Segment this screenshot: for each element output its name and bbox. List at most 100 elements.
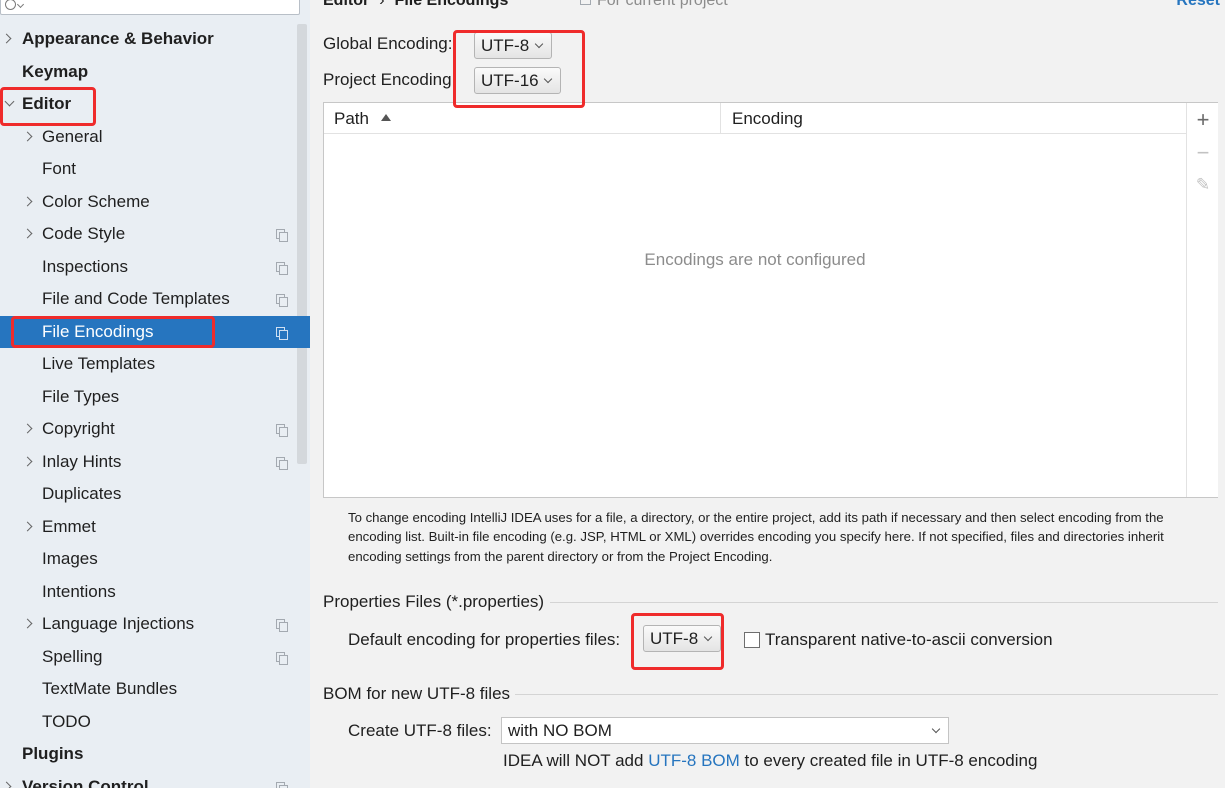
utf8-bom-link[interactable]: UTF-8 BOM xyxy=(648,751,740,770)
sidebar-item-label: Editor xyxy=(22,94,72,113)
sidebar-item-inlay-hints[interactable]: Inlay Hints xyxy=(0,446,310,478)
sidebar-item-label: File Types xyxy=(42,386,120,406)
sidebar-item-label: Live Templates xyxy=(42,354,156,373)
project-scope-icon xyxy=(580,0,591,5)
sidebar-item-label: Code Style xyxy=(42,224,126,243)
sidebar-item-label: Appearance & Behavior xyxy=(22,29,214,48)
remove-icon[interactable]: − xyxy=(1187,139,1219,167)
search-icon xyxy=(5,0,16,10)
native-to-ascii-label[interactable]: Transparent native-to-ascii conversion xyxy=(765,630,1053,650)
reset-link[interactable]: Reset xyxy=(1176,0,1220,10)
create-utf8-label: Create UTF-8 files: xyxy=(348,721,492,740)
chevron-right-icon[interactable] xyxy=(22,196,33,206)
add-icon[interactable]: + xyxy=(1187,106,1219,134)
sidebar-item-label: Inspections xyxy=(42,256,128,276)
sidebar-item-plugins[interactable]: Plugins xyxy=(0,738,310,770)
chevron-down-icon[interactable] xyxy=(4,96,15,107)
edit-icon[interactable]: ✎ xyxy=(1187,171,1219,199)
sidebar-item-version-control[interactable]: Version Control xyxy=(0,771,310,788)
breadcrumb-separator-icon: › xyxy=(379,0,385,9)
project-encoding-select[interactable]: UTF-16 xyxy=(474,67,561,94)
bom-note-prefix: IDEA will NOT add xyxy=(503,751,649,770)
sidebar-item-copyright[interactable]: Copyright xyxy=(0,413,310,445)
sidebar-item-general[interactable]: General xyxy=(0,121,310,153)
project-scope-icon xyxy=(276,781,288,788)
chevron-down-icon xyxy=(931,724,941,734)
sidebar-item-live-templates[interactable]: Live Templates xyxy=(0,348,310,380)
sidebar-item-label: TODO xyxy=(42,711,91,731)
create-utf8-value: with NO BOM xyxy=(508,721,612,740)
sidebar-item-file-types[interactable]: File Types xyxy=(0,381,310,413)
sidebar-item-spelling[interactable]: Spelling xyxy=(0,641,310,673)
table-empty-message: Encodings are not configured xyxy=(644,250,866,269)
bom-note: IDEA will NOT add UTF-8 BOM to every cre… xyxy=(503,751,1037,771)
sidebar-item-inspections[interactable]: Inspections xyxy=(0,251,310,283)
settings-search-input[interactable] xyxy=(0,0,300,15)
sidebar-item-color-scheme[interactable]: Color Scheme xyxy=(0,186,310,218)
project-scope-icon xyxy=(276,424,288,437)
section-divider xyxy=(515,694,1218,695)
chevron-right-icon[interactable] xyxy=(22,131,33,141)
chevron-right-icon[interactable] xyxy=(22,228,33,239)
project-scope-icon xyxy=(276,294,288,307)
project-scope-icon xyxy=(276,456,288,470)
column-divider[interactable] xyxy=(720,103,721,134)
sidebar-item-code-style[interactable]: Code Style xyxy=(0,218,310,250)
sidebar-item-label: Duplicates xyxy=(42,484,122,503)
sidebar-item-images[interactable]: Images xyxy=(0,543,310,575)
bom-note-suffix: to every created file in UTF-8 encoding xyxy=(739,751,1038,770)
properties-encoding-value: UTF-8 xyxy=(650,629,699,648)
column-header-encoding[interactable]: Encoding xyxy=(732,109,803,129)
sidebar-item-label: TextMate Bundles xyxy=(42,679,178,698)
project-scope-icon xyxy=(276,326,288,340)
project-scope-icon xyxy=(276,619,288,632)
chevron-down-icon xyxy=(543,74,553,84)
sidebar-item-label: Font xyxy=(42,159,77,178)
sidebar-item-todo[interactable]: TODO xyxy=(0,706,310,738)
global-encoding-label: Global Encoding: xyxy=(323,34,453,53)
sidebar-item-file-encodings[interactable]: File Encodings xyxy=(0,315,310,348)
chevron-down-icon xyxy=(703,632,713,642)
breadcrumb-current: File Encodings xyxy=(394,0,509,9)
global-encoding-select[interactable]: UTF-8 xyxy=(474,32,552,59)
chevron-right-icon[interactable] xyxy=(1,781,12,788)
sidebar-item-font[interactable]: Font xyxy=(0,153,310,185)
search-options-icon[interactable] xyxy=(16,0,25,9)
table-header: Path Encoding xyxy=(324,103,1186,134)
sidebar-item-editor[interactable]: Editor xyxy=(0,88,310,120)
column-header-path[interactable]: Path xyxy=(334,109,369,129)
sidebar-item-label: Emmet xyxy=(42,516,96,536)
sidebar-item-file-and-code-templates[interactable]: File and Code Templates xyxy=(0,283,310,315)
settings-content: Editor › File Encodings For current projec… xyxy=(310,0,1225,788)
sidebar-item-textmate-bundles[interactable]: TextMate Bundles xyxy=(0,673,310,705)
chevron-right-icon[interactable] xyxy=(22,521,33,531)
section-divider xyxy=(550,602,1218,603)
sidebar-item-keymap[interactable]: Keymap xyxy=(0,56,310,88)
chevron-right-icon[interactable] xyxy=(22,423,33,434)
breadcrumb-parent: Editor xyxy=(323,0,370,9)
sidebar-item-label: Images xyxy=(42,549,98,568)
sidebar-item-label: Copyright xyxy=(42,419,115,438)
sidebar-item-label: General xyxy=(42,126,103,146)
chevron-right-icon[interactable] xyxy=(22,456,33,466)
breadcrumb: Editor › File Encodings xyxy=(323,0,508,10)
sidebar-item-label: Language Injections xyxy=(42,614,195,633)
sidebar-item-intentions[interactable]: Intentions xyxy=(0,576,310,608)
sidebar-item-duplicates[interactable]: Duplicates xyxy=(0,478,310,510)
sidebar-item-label: Plugins xyxy=(22,744,84,763)
project-encoding-label: Project Encoding xyxy=(323,70,452,89)
chevron-right-icon[interactable] xyxy=(22,618,33,629)
sidebar-item-language-injections[interactable]: Language Injections xyxy=(0,608,310,640)
sidebar-item-appearance-behavior[interactable]: Appearance & Behavior xyxy=(0,23,310,55)
create-utf8-select[interactable]: with NO BOM xyxy=(501,717,949,744)
properties-encoding-select[interactable]: UTF-8 xyxy=(643,625,721,652)
sidebar-item-label: Keymap xyxy=(22,61,89,81)
properties-default-label: Default encoding for properties files: xyxy=(348,630,621,649)
project-encoding-value: UTF-16 xyxy=(481,71,539,90)
chevron-right-icon[interactable] xyxy=(1,33,12,44)
properties-section-title: Properties Files (*.properties) xyxy=(323,592,545,611)
scope-hint: For current project xyxy=(580,0,728,10)
sidebar-item-emmet[interactable]: Emmet xyxy=(0,511,310,543)
sidebar-item-label: Color Scheme xyxy=(42,191,150,211)
native-to-ascii-checkbox[interactable] xyxy=(744,632,760,648)
